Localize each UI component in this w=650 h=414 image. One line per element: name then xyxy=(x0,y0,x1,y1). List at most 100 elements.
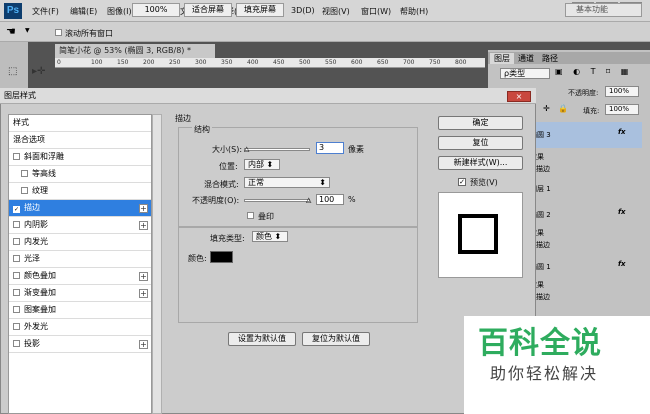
style-checkbox[interactable] xyxy=(13,306,20,313)
preview-shape xyxy=(458,214,498,254)
menu-item[interactable]: 帮助(H) xyxy=(400,6,428,17)
style-checkbox[interactable] xyxy=(13,238,20,245)
style-checkbox[interactable]: ✓ xyxy=(13,206,20,213)
menu-item[interactable]: 编辑(E) xyxy=(70,6,97,17)
opacity-slider[interactable] xyxy=(244,199,310,202)
set-default-button[interactable]: 设置为默认值 xyxy=(228,332,296,346)
layer-effects-label: 效果 xyxy=(530,281,544,289)
layer-effect-stroke: 描边 xyxy=(536,241,550,249)
fx-icon: fx xyxy=(618,260,626,268)
ok-button[interactable]: 确定 xyxy=(438,116,523,130)
style-item[interactable]: 外发光 xyxy=(9,319,151,336)
size-slider[interactable] xyxy=(244,148,310,151)
menu-item[interactable]: 3D(D) xyxy=(291,6,315,15)
size-unit: 像素 xyxy=(348,145,364,154)
layer-filter-icons[interactable]: ▣ ◐ T ⌑ ▦ xyxy=(555,67,632,76)
preview-checkbox[interactable]: ✓ xyxy=(458,178,466,186)
add-effect-button[interactable]: + xyxy=(139,272,148,281)
ruler-tick-label: 700 xyxy=(403,59,415,66)
new-style-button[interactable]: 新建样式(W)... xyxy=(438,156,523,170)
tab-paths[interactable]: 路径 xyxy=(538,53,562,64)
tab-layers[interactable]: 图层 xyxy=(490,53,514,64)
layer-fill-input[interactable]: 100% xyxy=(605,104,639,115)
style-item[interactable]: 内发光 xyxy=(9,234,151,251)
color-label: 颜色: xyxy=(188,254,207,263)
layer-opacity-input[interactable]: 100% xyxy=(605,86,639,97)
style-item[interactable]: 混合选项 xyxy=(9,132,151,149)
blend-mode-select[interactable]: 正常 ⬍ xyxy=(244,177,330,188)
marquee-tool-icon[interactable]: ⬚ xyxy=(8,66,17,77)
style-checkbox[interactable] xyxy=(21,170,28,177)
tab-channels[interactable]: 通道 xyxy=(514,53,538,64)
style-item[interactable]: 光泽 xyxy=(9,251,151,268)
stroke-section-title: 描边 xyxy=(175,114,191,123)
position-value: 内部 xyxy=(248,160,264,169)
layer-effect-stroke: 描边 xyxy=(536,165,550,173)
opacity-slider-thumb[interactable]: △ xyxy=(306,196,311,204)
fill-screen-button[interactable]: 填充屏幕 xyxy=(236,3,284,17)
ruler-tick-label: 0 xyxy=(57,59,61,66)
layer-lock-icons[interactable]: ✛ 🔒 xyxy=(543,104,571,113)
overprint-checkbox[interactable] xyxy=(247,211,258,220)
fill-type-select[interactable]: 颜色 ⬍ xyxy=(252,231,288,242)
opacity-input[interactable]: 100 xyxy=(316,194,344,205)
add-effect-button[interactable]: + xyxy=(139,204,148,213)
menu-item[interactable]: 文件(F) xyxy=(32,6,59,17)
hand-tool-icon[interactable]: ☚ xyxy=(6,25,16,38)
menu-item[interactable]: 窗口(W) xyxy=(361,6,391,17)
style-checkbox[interactable] xyxy=(13,323,20,330)
reset-button[interactable]: 复位 xyxy=(438,136,523,150)
watermark-subtitle: 助你轻松解决 xyxy=(490,364,599,383)
style-checkbox[interactable] xyxy=(13,153,20,160)
fit-screen-button[interactable]: 适合屏幕 xyxy=(184,3,232,17)
blend-mode-label: 混合模式: xyxy=(204,180,239,189)
layer-kind-filter[interactable]: ρ类型 xyxy=(500,68,550,79)
style-item[interactable]: 图案叠加 xyxy=(9,302,151,319)
fx-icon: fx xyxy=(618,128,626,136)
style-item[interactable]: 渐变叠加 + xyxy=(9,285,151,302)
layer-effects-label: 效果 xyxy=(530,153,544,161)
menu-item[interactable]: 图像(I) xyxy=(107,6,132,17)
style-item[interactable]: 斜面和浮雕 xyxy=(9,149,151,166)
style-checkbox[interactable] xyxy=(13,289,20,296)
color-swatch[interactable] xyxy=(210,251,233,263)
style-item-label: 等高线 xyxy=(32,169,56,178)
dialog-close-button[interactable]: × xyxy=(507,91,531,102)
style-item-label: 图案叠加 xyxy=(24,305,56,314)
document-tab[interactable]: 简笔小花 @ 53% (椭圆 3, RGB/8) * xyxy=(55,44,215,58)
zoom-100-button[interactable]: 100% xyxy=(132,3,180,17)
style-item[interactable]: 等高线 xyxy=(9,166,151,183)
layer-fill-label: 填充: xyxy=(583,107,600,115)
style-checkbox[interactable] xyxy=(13,221,20,228)
ruler-tick-label: 100 xyxy=(91,59,103,66)
position-select[interactable]: 内部 ⬍ xyxy=(244,159,280,170)
overprint-label: 叠印 xyxy=(258,212,274,221)
style-item[interactable]: 内阴影 + xyxy=(9,217,151,234)
style-item[interactable]: ✓ 描边 + xyxy=(9,200,151,217)
reset-default-button[interactable]: 复位为默认值 xyxy=(302,332,370,346)
style-checkbox[interactable] xyxy=(13,272,20,279)
workspace-select[interactable]: 基本功能 xyxy=(565,3,642,17)
add-effect-button[interactable]: + xyxy=(139,221,148,230)
style-item[interactable]: 颜色叠加 + xyxy=(9,268,151,285)
ruler-tick-label: 250 xyxy=(169,59,181,66)
fill-type-value: 颜色 xyxy=(256,232,272,241)
chevron-down-icon[interactable]: ▼ xyxy=(25,27,30,34)
style-checkbox[interactable] xyxy=(13,340,20,347)
horizontal-ruler: 0 100 150 200 250 300 350 400 450 500 550 600 650 700… xyxy=(55,58,485,68)
move-tool-icon[interactable]: ▸✛ xyxy=(32,66,45,77)
menu-item[interactable]: 视图(V) xyxy=(322,6,350,17)
layer-name: 图层 1 xyxy=(530,185,551,193)
style-list-scrollbar[interactable] xyxy=(152,114,162,414)
style-item[interactable]: 样式 xyxy=(9,115,151,132)
style-item[interactable]: 投影 + xyxy=(9,336,151,353)
add-effect-button[interactable]: + xyxy=(139,340,148,349)
add-effect-button[interactable]: + xyxy=(139,289,148,298)
size-slider-thumb[interactable]: △ xyxy=(244,145,249,153)
style-checkbox[interactable] xyxy=(21,187,28,194)
style-checkbox[interactable] xyxy=(13,255,20,262)
scroll-all-windows-label: 滚动所有窗口 xyxy=(65,29,113,38)
ruler-tick-label: 300 xyxy=(195,59,207,66)
style-item[interactable]: 纹理 xyxy=(9,183,151,200)
size-input[interactable]: 3 xyxy=(316,142,344,154)
